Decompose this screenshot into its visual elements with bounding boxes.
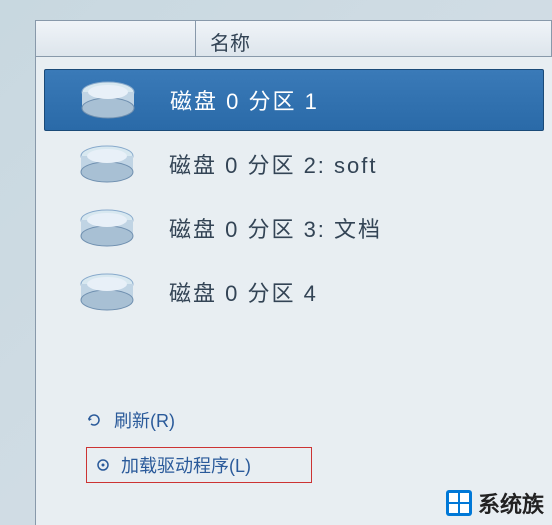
partition-list-window: 名称 磁盘 0 分区 1 (35, 20, 552, 525)
header-icon-col (36, 21, 196, 56)
partition-label: 磁盘 0 分区 3: 文档 (169, 212, 382, 244)
refresh-icon (86, 412, 106, 428)
watermark-text: 系统族 (478, 487, 544, 519)
load-driver-link[interactable]: 加载驱动程序(L) (86, 447, 312, 483)
drive-icon (64, 208, 149, 248)
drive-icon (65, 80, 150, 120)
load-driver-label: 加载驱动程序(L) (121, 452, 251, 478)
windows-logo-icon (446, 490, 472, 516)
partition-list: 磁盘 0 分区 1 磁盘 0 分区 2: soft (36, 57, 552, 335)
load-driver-icon (93, 457, 113, 473)
drive-icon (64, 272, 149, 312)
partition-label: 磁盘 0 分区 2: soft (169, 148, 378, 180)
watermark: 系统族 (446, 487, 544, 519)
partition-row[interactable]: 磁盘 0 分区 1 (44, 69, 544, 131)
header-name-col[interactable]: 名称 (196, 21, 552, 56)
partition-row[interactable]: 磁盘 0 分区 4 (44, 261, 544, 323)
refresh-link[interactable]: 刷新(R) (86, 407, 312, 433)
drive-icon (64, 144, 149, 184)
refresh-label: 刷新(R) (114, 407, 175, 433)
partition-label: 磁盘 0 分区 4 (169, 276, 318, 308)
list-header: 名称 (36, 21, 552, 57)
partition-row[interactable]: 磁盘 0 分区 3: 文档 (44, 197, 544, 259)
partition-row[interactable]: 磁盘 0 分区 2: soft (44, 133, 544, 195)
action-links: 刷新(R) 加载驱动程序(L) (86, 407, 312, 483)
partition-label: 磁盘 0 分区 1 (170, 84, 319, 116)
